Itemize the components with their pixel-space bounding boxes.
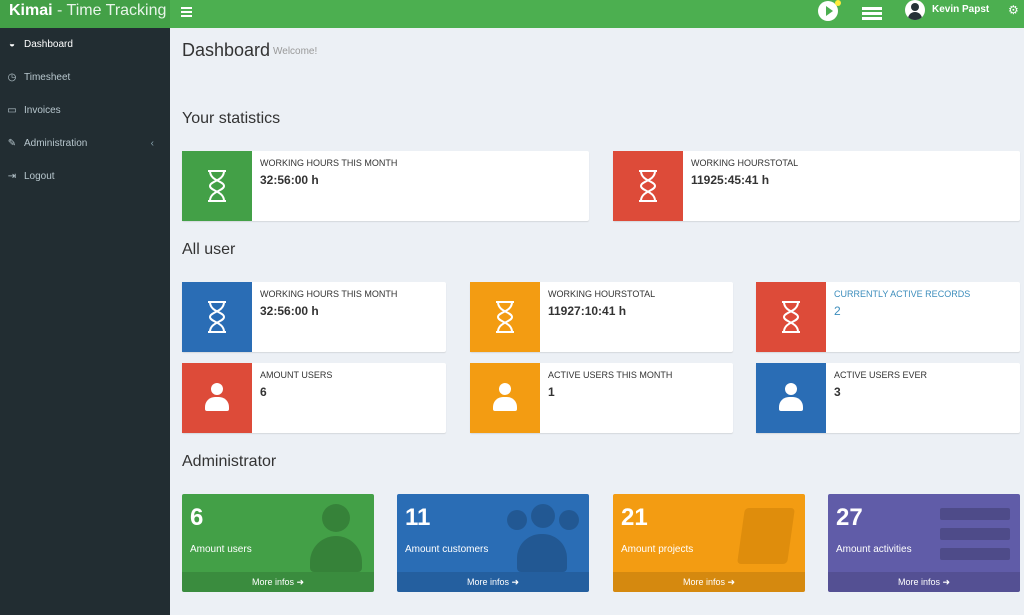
section-your-statistics: Your statistics — [182, 110, 281, 127]
sidebar-item-label: Logout — [24, 171, 55, 182]
notification-dot — [835, 0, 841, 6]
arrow-circle-right-icon: ➜ — [727, 577, 736, 587]
sidebar-item-dashboard[interactable]: ◒ Dashboard — [0, 28, 170, 61]
page-subtitle: Welcome! — [273, 46, 318, 57]
book-icon — [735, 504, 795, 570]
info-box-active-users-ever: ACTIVE USERS EVER 3 — [756, 363, 1020, 433]
small-box-customers: 11 Amount customers More infos ➜ — [397, 494, 589, 592]
info-value: 6 — [260, 385, 267, 399]
small-box-projects: 21 Amount projects More infos ➜ — [613, 494, 805, 592]
small-box-count: 11 — [405, 504, 431, 531]
more-infos-link[interactable]: More infos ➜ — [828, 572, 1020, 592]
sidebar-item-label: Timesheet — [24, 72, 71, 83]
chevron-left-icon: ‹ — [150, 138, 154, 149]
clock-icon: ◷ — [7, 72, 17, 83]
avatar[interactable] — [905, 0, 925, 20]
arrow-circle-right-icon: ➜ — [296, 577, 305, 587]
small-box-count: 27 — [836, 504, 863, 531]
hourglass-icon — [756, 282, 826, 352]
info-box-all-hours-month: WORKING HOURS THIS MONTH 32:56:00 h — [182, 282, 446, 352]
info-box-amount-users: AMOUNT USERS 6 — [182, 363, 446, 433]
more-infos-link[interactable]: More infos ➜ — [397, 572, 589, 592]
small-box-label: Amount activities — [836, 544, 912, 555]
info-label: ACTIVE USERS THIS MONTH — [548, 370, 673, 380]
info-label: AMOUNT USERS — [260, 370, 333, 380]
sidebar: ◒ Dashboard ◷ Timesheet ▭ Invoices ✎ Adm… — [0, 28, 170, 615]
sidebar-item-label: Invoices — [24, 105, 61, 116]
sidebar-item-label: Dashboard — [24, 39, 73, 50]
info-box-active-records: CURRENTLY ACTIVE RECORDS 2 — [756, 282, 1020, 352]
info-box-active-users-month: ACTIVE USERS THIS MONTH 1 — [470, 363, 733, 433]
main-content: Dashboard Welcome! Your statistics WORKI… — [170, 28, 1024, 615]
printer-icon: ▭ — [7, 105, 17, 116]
arrow-circle-right-icon: ➜ — [942, 577, 951, 587]
info-value: 11925:45:41 h — [691, 173, 770, 187]
info-label: WORKING HOURS THIS MONTH — [260, 158, 398, 168]
small-box-activities: 27 Amount activities More infos ➜ — [828, 494, 1020, 592]
page-title: Dashboard — [182, 40, 271, 60]
small-box-users: 6 Amount users More infos ➜ — [182, 494, 374, 592]
arrow-circle-right-icon: ➜ — [511, 577, 520, 587]
top-navbar: Kimai - Time Tracking Kevin Papst ⚙ — [0, 0, 1024, 28]
logout-icon: ⇥ — [7, 171, 17, 182]
info-box-all-hours-total: WORKING HOURSTOTAL 11927:10:41 h — [470, 282, 733, 352]
section-all-user: All user — [182, 241, 236, 258]
small-box-label: Amount users — [190, 544, 252, 555]
info-box-working-hours-month: WORKING HOURS THIS MONTH 32:56:00 h — [182, 151, 589, 221]
user-icon — [308, 504, 364, 574]
more-infos-link[interactable]: More infos ➜ — [613, 572, 805, 592]
hourglass-icon — [470, 282, 540, 352]
info-label: ACTIVE USERS EVER — [834, 370, 928, 380]
user-icon — [182, 363, 252, 433]
small-box-label: Amount projects — [621, 544, 694, 555]
section-administrator: Administrator — [182, 453, 277, 470]
sidebar-item-label: Administration — [24, 138, 88, 149]
sidebar-item-administration[interactable]: ✎ Administration ‹ — [0, 127, 170, 160]
user-icon — [470, 363, 540, 433]
small-box-count: 6 — [190, 504, 204, 531]
sidebar-item-timesheet[interactable]: ◷ Timesheet — [0, 61, 170, 94]
dashboard-icon: ◒ — [8, 39, 16, 50]
info-label: WORKING HOURS THIS MONTH — [260, 289, 398, 299]
list-icon — [940, 504, 1010, 570]
users-icon — [503, 504, 579, 574]
records-icon[interactable] — [860, 3, 884, 23]
info-value: 11927:10:41 h — [548, 304, 627, 318]
info-value: 3 — [834, 385, 841, 399]
info-value: 2 — [834, 304, 841, 318]
info-value: 32:56:00 h — [260, 173, 319, 187]
small-box-label: Amount customers — [405, 544, 489, 555]
info-label: WORKING HOURSTOTAL — [691, 158, 799, 168]
gears-icon[interactable]: ⚙ — [1008, 3, 1019, 17]
info-value: 1 — [548, 385, 555, 399]
info-box-working-hours-total: WORKING HOURSTOTAL 11925:45:41 h — [613, 151, 1020, 221]
active-records-link[interactable]: CURRENTLY ACTIVE RECORDS — [834, 289, 970, 299]
more-infos-link[interactable]: More infos ➜ — [182, 572, 374, 592]
info-value: 32:56:00 h — [260, 304, 319, 318]
hourglass-icon — [182, 151, 252, 221]
small-box-count: 21 — [621, 504, 648, 531]
info-label: WORKING HOURSTOTAL — [548, 289, 656, 299]
app-logo[interactable]: Kimai - Time Tracking — [0, 0, 170, 28]
wrench-icon: ✎ — [7, 138, 17, 149]
hamburger-icon[interactable] — [181, 5, 193, 19]
sidebar-item-invoices[interactable]: ▭ Invoices — [0, 94, 170, 127]
hourglass-icon — [613, 151, 683, 221]
user-name[interactable]: Kevin Papst — [932, 4, 989, 15]
hourglass-icon — [182, 282, 252, 352]
user-icon — [756, 363, 826, 433]
sidebar-item-logout[interactable]: ⇥ Logout — [0, 160, 170, 193]
